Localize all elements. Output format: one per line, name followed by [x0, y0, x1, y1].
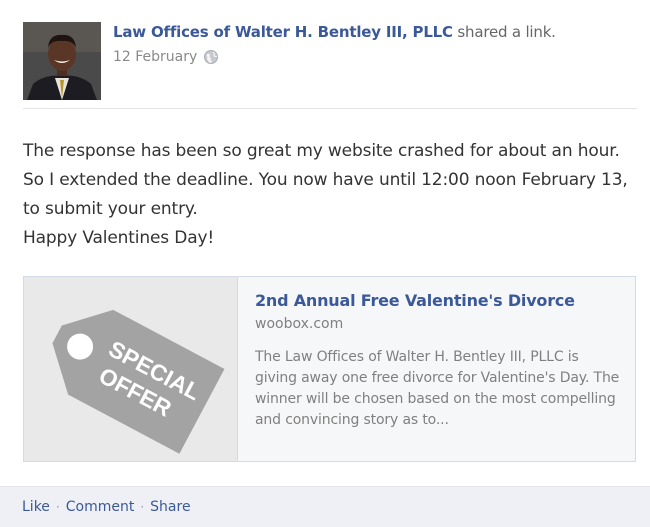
like-link[interactable]: Like [22, 499, 50, 515]
attachment-body: 2nd Annual Free Valentine's Divorce woob… [255, 290, 620, 431]
message-line: Happy Valentines Day! [23, 228, 215, 248]
action-separator: · [140, 500, 145, 514]
action-separator: · [55, 500, 60, 514]
comment-link[interactable]: Comment [66, 499, 135, 515]
avatar-photo [23, 22, 101, 100]
share-link[interactable]: Share [150, 499, 190, 515]
post-date-link[interactable]: 12 February [113, 49, 197, 65]
post-header-line: Law Offices of Walter H. Bentley III, PL… [113, 23, 556, 41]
post-meta: 12 February [113, 49, 219, 65]
author-action-text: shared a link. [457, 23, 556, 41]
post-actions-bar: Like · Comment · Share [0, 486, 650, 527]
attachment-title-link[interactable]: 2nd Annual Free Valentine's Divorce [255, 290, 620, 312]
author-avatar[interactable] [23, 22, 101, 100]
globe-icon[interactable] [203, 49, 219, 65]
author-name-link[interactable]: Law Offices of Walter H. Bentley III, PL… [113, 23, 453, 41]
special-offer-tag-image: SPECIAL OFFER [24, 277, 237, 461]
attachment-domain: woobox.com [255, 316, 344, 332]
attachment-description: The Law Offices of Walter H. Bentley III… [255, 349, 620, 428]
message-line: The response has been so great my websit… [23, 141, 628, 219]
post-message: The response has been so great my websit… [23, 137, 643, 253]
link-attachment[interactable]: SPECIAL OFFER 2nd Annual Free Valentine'… [23, 276, 636, 462]
header-divider [23, 108, 637, 109]
attachment-thumbnail[interactable]: SPECIAL OFFER [24, 277, 238, 461]
